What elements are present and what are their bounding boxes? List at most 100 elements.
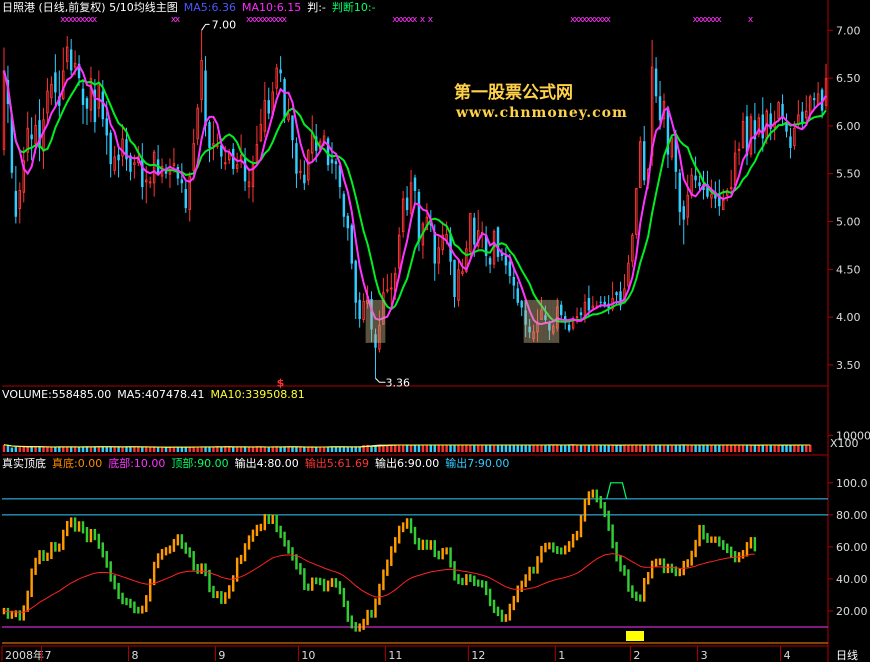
indicator-bar <box>560 547 563 555</box>
volume-bar <box>334 446 338 452</box>
volume-bar <box>322 446 326 452</box>
candle-body <box>512 276 516 286</box>
volume-bar <box>113 447 116 452</box>
volume-bar <box>642 444 646 452</box>
volume-bar <box>777 445 780 452</box>
indicator-bar <box>650 560 654 579</box>
candle-body <box>299 170 302 173</box>
candle <box>235 152 239 173</box>
indicator-bar <box>445 547 448 555</box>
candle <box>401 190 405 238</box>
indicator-bar <box>342 587 346 608</box>
indicator-bar <box>251 529 255 542</box>
volume-bar <box>358 447 361 452</box>
volume-bar <box>536 444 539 452</box>
candle <box>54 54 57 106</box>
candle <box>520 299 523 317</box>
volume-bar <box>496 444 500 452</box>
volume-bar <box>101 446 105 452</box>
signal-x-marker: x <box>282 15 288 25</box>
candle-body <box>682 206 685 220</box>
candle-body <box>587 297 591 311</box>
candle-body <box>627 262 630 287</box>
candle <box>89 66 93 123</box>
candle <box>311 115 314 161</box>
volume-bar <box>105 446 108 452</box>
volume-bar <box>338 446 342 452</box>
indicator-bar <box>267 514 270 524</box>
header-item-0: VOLUME:558485.00 <box>2 388 112 401</box>
candle <box>639 136 642 189</box>
volume-bar <box>247 447 251 452</box>
volume-bar <box>797 445 800 452</box>
candle-body <box>303 174 306 184</box>
candle <box>180 163 184 193</box>
candle-body <box>235 164 239 169</box>
candle-body <box>571 319 575 329</box>
indicator-bar <box>152 561 156 586</box>
indicator-bar <box>148 578 152 602</box>
low-pointer <box>375 377 386 383</box>
candle <box>263 81 267 138</box>
indicator-bar <box>473 575 476 586</box>
candle-body <box>599 301 602 303</box>
volume-bar <box>299 447 302 452</box>
volume-bar <box>469 444 472 452</box>
indicator-bar <box>583 498 587 522</box>
indicator-bar <box>307 583 310 591</box>
volume-bar <box>737 445 741 452</box>
bottom-zone-box <box>555 299 560 343</box>
candle <box>741 112 745 149</box>
candle <box>627 254 630 289</box>
candle <box>591 296 595 309</box>
volume-bar <box>109 446 112 452</box>
indicator-bar <box>279 525 282 539</box>
top-zone-marker <box>606 482 628 499</box>
indicator-bar <box>303 568 306 590</box>
volume-bar <box>291 447 294 452</box>
indicator-bar <box>603 502 606 518</box>
candle-body <box>267 100 270 114</box>
bottom-zone-box <box>535 299 540 343</box>
indicator-bar <box>563 545 567 555</box>
header-item-0: 真实顶底 <box>2 457 46 470</box>
candle <box>279 56 282 82</box>
bottom-zone-box <box>365 299 370 343</box>
bottom-zone-box <box>527 299 532 343</box>
candle-body <box>14 190 18 217</box>
indicator-tick-label: 100.0 <box>836 477 868 490</box>
volume-bar <box>540 444 543 452</box>
candle-body <box>196 107 199 140</box>
indicator-bar <box>425 539 429 550</box>
candle <box>801 102 804 130</box>
indicator-bar <box>271 514 274 524</box>
candle-body <box>354 260 357 303</box>
volume-bar <box>311 446 314 452</box>
indicator-bar <box>627 569 630 592</box>
candle <box>184 181 188 213</box>
volume-bar <box>89 447 93 452</box>
candle-body <box>698 182 701 187</box>
volume-bar <box>646 444 650 452</box>
candle <box>200 30 203 113</box>
indicator-bar <box>192 551 195 571</box>
indicator-bar <box>524 574 527 588</box>
indicator-bar <box>109 561 112 582</box>
indicator-bar <box>283 531 286 547</box>
volume-bar <box>342 446 346 452</box>
candle <box>50 76 53 105</box>
candle-body <box>457 269 460 301</box>
candle <box>152 149 156 197</box>
volume-bars <box>2 444 812 452</box>
stock-chart[interactable]: 7.006.506.005.505.004.504.003.5010000100… <box>0 0 870 662</box>
candle-body <box>330 159 334 164</box>
indicator-bar <box>224 592 227 604</box>
volume-bar <box>425 445 429 452</box>
candle-body <box>591 305 595 309</box>
volume-bar <box>639 445 642 452</box>
volume-bar <box>54 446 57 452</box>
indicator-bar <box>275 514 278 533</box>
candle <box>69 38 73 76</box>
indicator-bar <box>579 515 583 538</box>
indicator-bar <box>623 565 626 576</box>
